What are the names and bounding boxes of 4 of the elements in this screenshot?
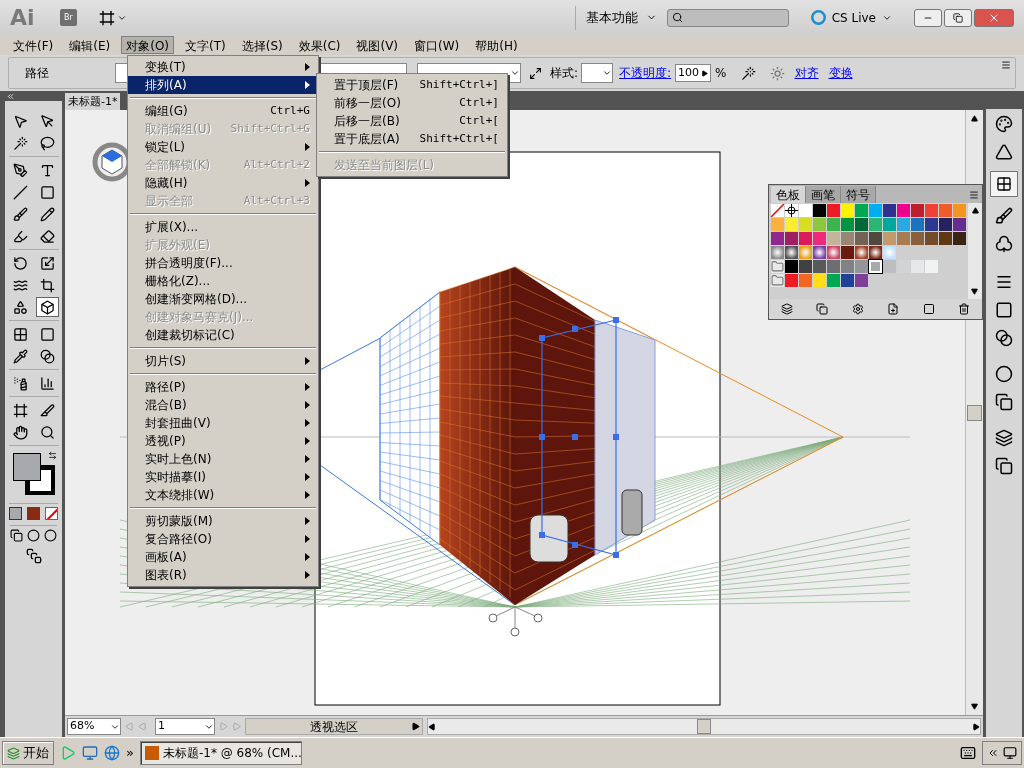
percent-label: % — [715, 65, 727, 82]
selection-label: 路径 — [25, 65, 50, 82]
style-label: 样式: — [550, 65, 579, 82]
app-logo: Ai — [10, 4, 36, 32]
